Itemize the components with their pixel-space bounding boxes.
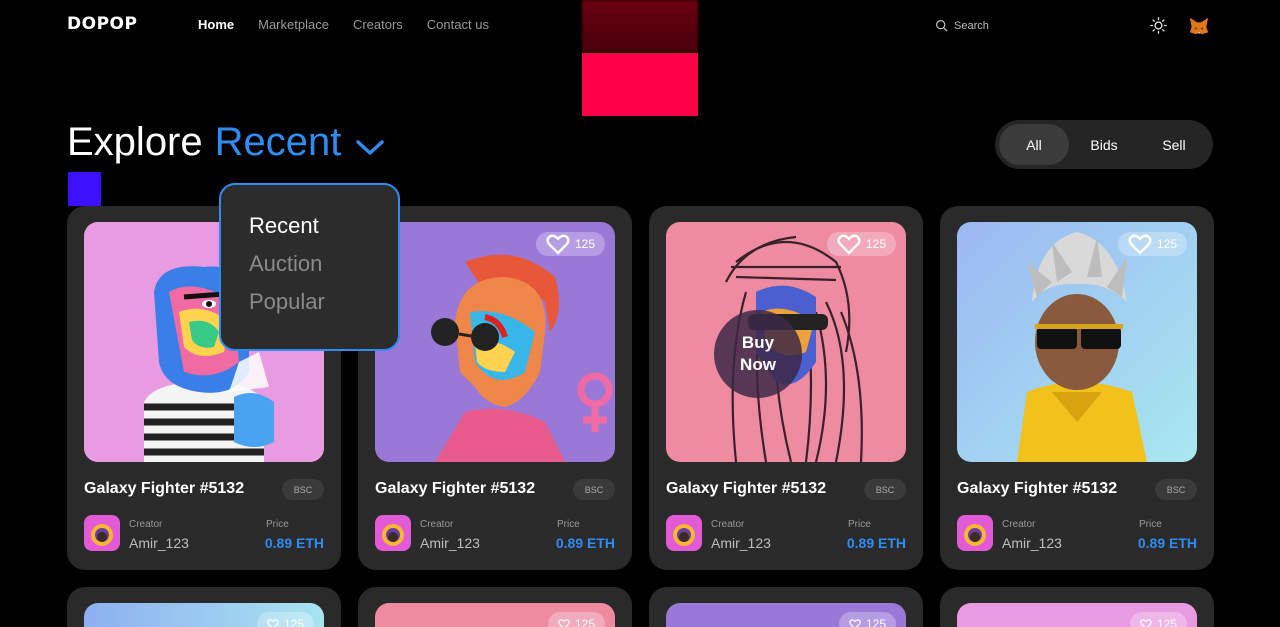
like-count: 125	[283, 617, 304, 627]
price-label: Price	[266, 519, 289, 530]
like-count: 125	[865, 617, 886, 627]
like-button[interactable]: 125	[256, 612, 314, 627]
nft-card[interactable]: 125	[358, 587, 632, 627]
nft-artwork[interactable]: Buy Now 125	[666, 222, 906, 462]
creator-label: Creator	[420, 519, 454, 530]
nft-card[interactable]: 125	[940, 587, 1214, 627]
creator-name[interactable]: Amir_123	[129, 535, 189, 551]
chevron-down-icon[interactable]	[355, 136, 385, 158]
creator-name[interactable]: Amir_123	[1002, 535, 1062, 551]
avatar[interactable]	[957, 515, 993, 551]
nav-marketplace[interactable]: Marketplace	[258, 17, 329, 32]
nft-name: Galaxy Fighter #5132	[84, 480, 245, 497]
like-button[interactable]: 125	[826, 232, 896, 256]
metamask-fox-icon[interactable]	[1188, 15, 1210, 37]
nav-home[interactable]: Home	[198, 17, 234, 32]
like-count: 125	[574, 617, 595, 627]
price-label: Price	[1139, 519, 1162, 530]
nft-card[interactable]: 125	[649, 587, 923, 627]
sun-icon[interactable]	[1150, 17, 1167, 34]
main-nav: Home Marketplace Creators Contact us	[198, 17, 489, 32]
heart-icon	[849, 619, 861, 627]
price-label: Price	[848, 519, 871, 530]
nft-card[interactable]: Buy Now 125 Galaxy Fighter #5132 BSC Crea…	[649, 206, 923, 570]
tab-all[interactable]: All	[999, 124, 1069, 165]
nft-name: Galaxy Fighter #5132	[666, 480, 827, 497]
creator-label: Creator	[711, 519, 745, 530]
creator-name[interactable]: Amir_123	[711, 535, 771, 551]
sort-selector[interactable]: Recent	[215, 120, 342, 165]
avatar[interactable]	[84, 515, 120, 551]
creator-label: Creator	[1002, 519, 1036, 530]
like-count: 125	[574, 237, 595, 251]
price-value: 0.89 ETH	[555, 535, 615, 551]
decor-block-dark	[582, 0, 698, 52]
logo[interactable]: DOPOP	[67, 14, 137, 34]
creator-label: Creator	[129, 519, 163, 530]
title-prefix: Explore	[67, 120, 203, 164]
dropdown-option-recent[interactable]: Recent	[249, 213, 398, 251]
nav-contact[interactable]: Contact us	[427, 17, 489, 32]
search-icon	[936, 20, 948, 32]
avatar[interactable]	[666, 515, 702, 551]
chain-badge: BSC	[1155, 479, 1197, 500]
nav-creators[interactable]: Creators	[353, 17, 403, 32]
search-placeholder: Search	[954, 19, 989, 32]
price-value: 0.89 ETH	[264, 535, 324, 551]
avatar[interactable]	[375, 515, 411, 551]
like-button[interactable]: 125	[535, 232, 605, 256]
decor-block-red	[582, 53, 698, 116]
heart-icon	[837, 234, 861, 255]
chain-badge: BSC	[282, 479, 324, 500]
dropdown-option-auction[interactable]: Auction	[249, 251, 398, 289]
nft-card[interactable]: 125	[67, 587, 341, 627]
like-button[interactable]: 125	[1129, 612, 1187, 627]
nft-artwork[interactable]: 125	[375, 222, 615, 462]
heart-icon	[1140, 619, 1152, 627]
nft-name: Galaxy Fighter #5132	[375, 480, 536, 497]
dropdown-option-popular[interactable]: Popular	[249, 289, 398, 327]
chain-badge: BSC	[864, 479, 906, 500]
search-input[interactable]: Search	[935, 19, 989, 32]
nft-card[interactable]: 125 Galaxy Fighter #5132 BSC Creator Ami…	[940, 206, 1214, 570]
like-button[interactable]: 125	[1117, 232, 1187, 256]
chain-badge: BSC	[573, 479, 615, 500]
like-count: 125	[1156, 617, 1177, 627]
creator-name[interactable]: Amir_123	[420, 535, 480, 551]
sort-dropdown-menu: Recent Auction Popular	[219, 183, 400, 351]
tab-sell[interactable]: Sell	[1139, 124, 1209, 165]
tab-bids[interactable]: Bids	[1069, 124, 1139, 165]
heart-icon	[558, 619, 570, 627]
page-title: Explore Recent	[67, 120, 385, 165]
decor-block-blue	[68, 172, 101, 206]
heart-icon	[267, 619, 279, 627]
buy-now-button[interactable]: Buy Now	[714, 310, 802, 398]
filter-tabs: All Bids Sell	[995, 120, 1213, 169]
heart-icon	[546, 234, 570, 255]
like-count: 125	[1156, 237, 1177, 251]
like-button[interactable]: 125	[547, 612, 605, 627]
like-button[interactable]: 125	[838, 612, 896, 627]
price-label: Price	[557, 519, 580, 530]
price-value: 0.89 ETH	[846, 535, 906, 551]
price-value: 0.89 ETH	[1137, 535, 1197, 551]
like-count: 125	[865, 237, 886, 251]
nft-name: Galaxy Fighter #5132	[957, 480, 1118, 497]
heart-icon	[1128, 234, 1152, 255]
nft-artwork[interactable]: 125	[957, 222, 1197, 462]
